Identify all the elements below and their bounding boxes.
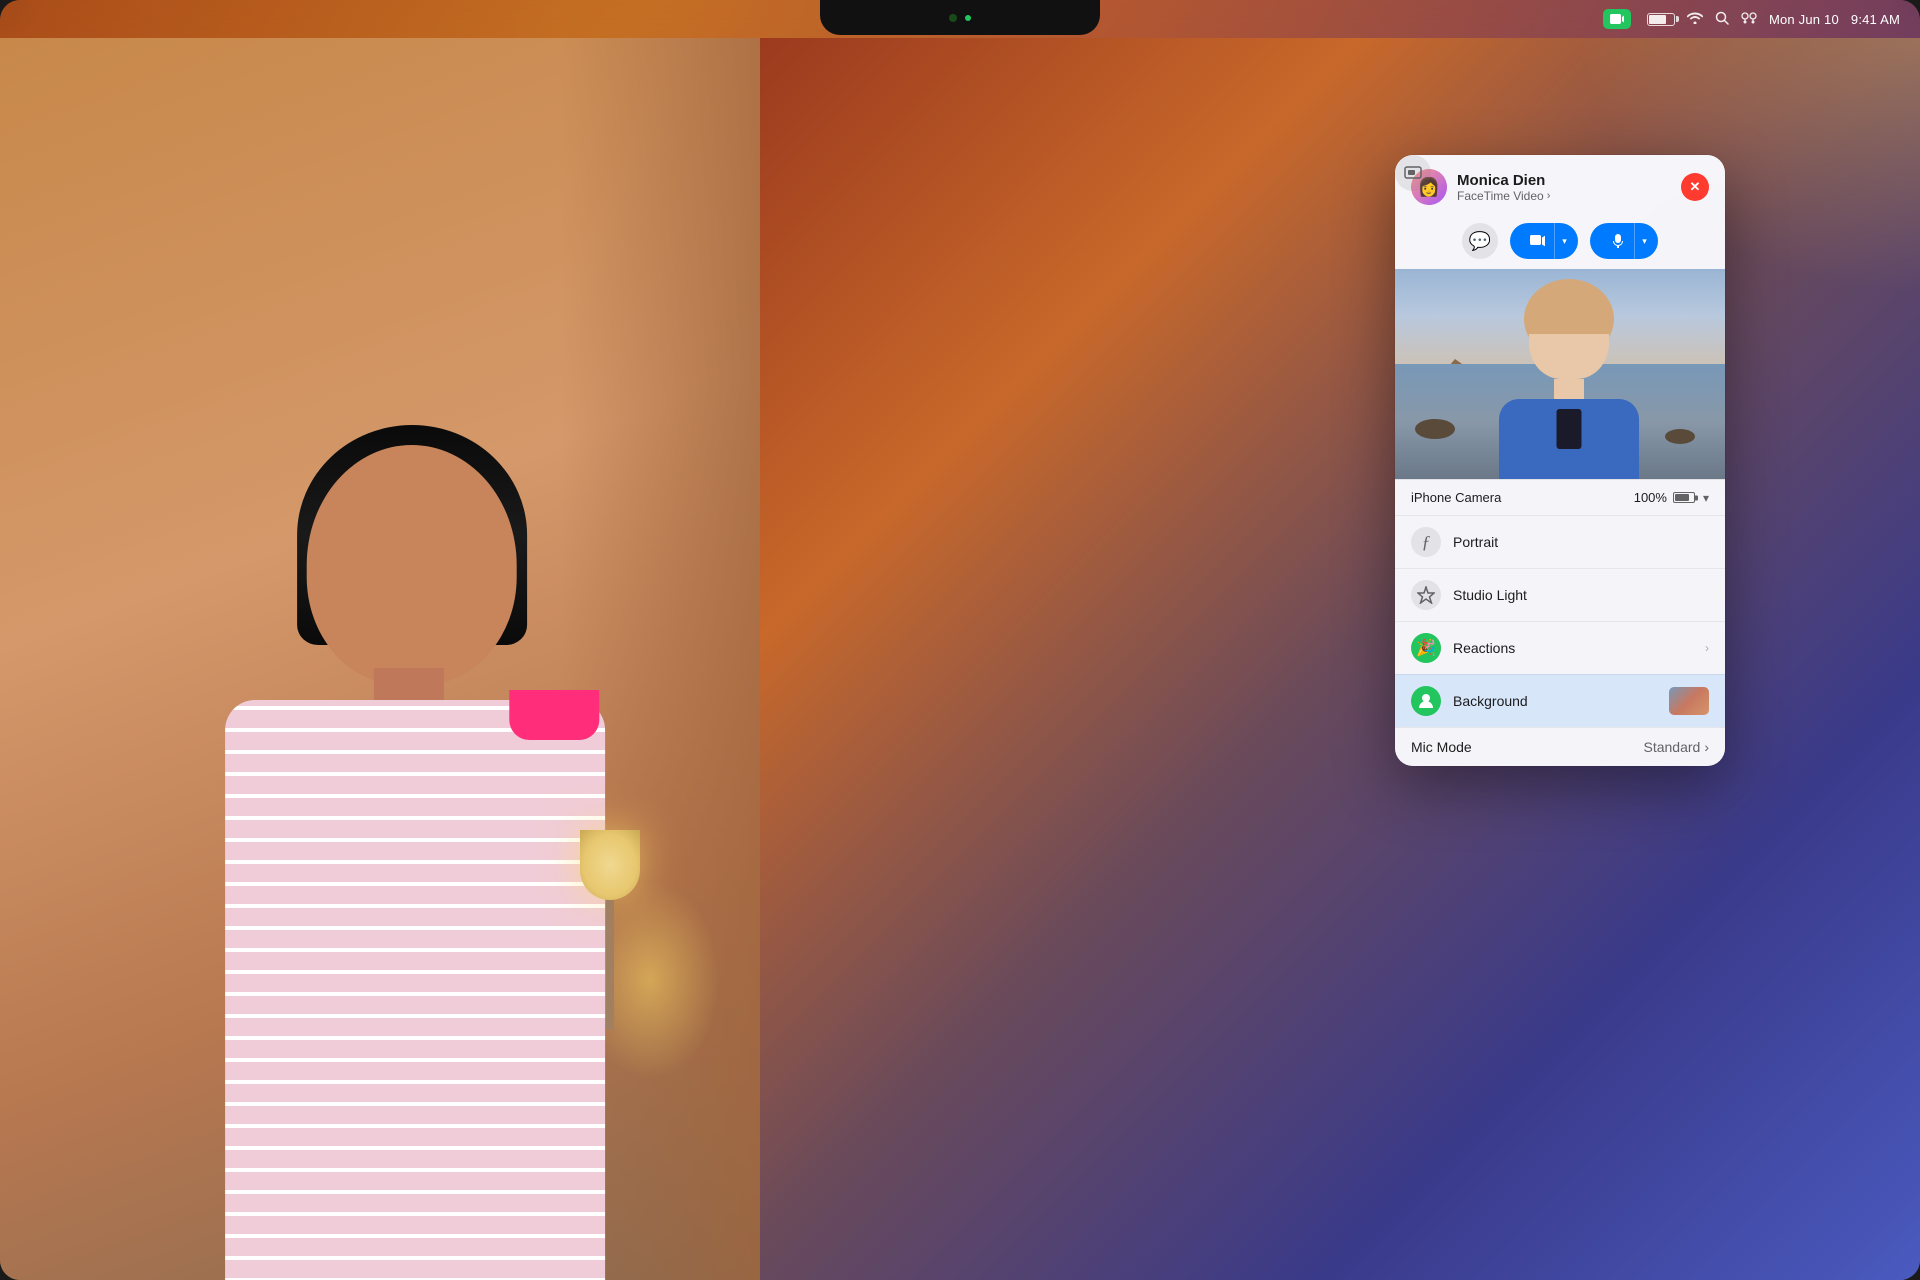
reactions-chevron-icon: › — [1705, 641, 1709, 655]
lamp-base — [606, 900, 614, 1030]
mic-mode-chevron-icon: › — [1704, 739, 1709, 755]
preview-body — [1499, 399, 1639, 479]
mic-mode-bar[interactable]: Mic Mode Standard › — [1395, 727, 1725, 766]
battery-fill — [1649, 15, 1666, 24]
studio-light-icon — [1411, 580, 1441, 610]
contact-info: Monica Dien FaceTime Video › — [1457, 172, 1671, 203]
reactions-icon: 🎉 — [1411, 633, 1441, 663]
camera-bar[interactable]: iPhone Camera 100% ▾ — [1395, 479, 1725, 515]
mic-chevron-button[interactable]: ▾ — [1634, 223, 1658, 259]
mic-button[interactable] — [1590, 223, 1634, 259]
screen-share-icon — [1404, 166, 1422, 180]
studio-light-menu-item[interactable]: Studio Light — [1395, 568, 1725, 621]
lamp-shade — [580, 830, 640, 900]
emoji-icon: 💬 — [1469, 231, 1491, 252]
preview-hair — [1529, 284, 1609, 334]
facetime-menubar-icon[interactable] — [1603, 9, 1631, 29]
subtitle-chevron: › — [1547, 190, 1551, 202]
camera-battery: 100% ▾ — [1634, 490, 1709, 505]
contact-service: FaceTime Video — [1457, 189, 1544, 203]
video-camera-icon — [1610, 14, 1624, 24]
battery-icon — [1647, 13, 1675, 26]
menubar-time: 9:41 AM — [1851, 12, 1900, 27]
notch — [820, 0, 1100, 35]
menubar-battery — [1647, 13, 1675, 26]
contact-name: Monica Dien — [1457, 172, 1671, 189]
menubar-datetime: Mon Jun 10 — [1769, 12, 1839, 27]
person-body — [225, 700, 605, 1280]
screen-share-button[interactable] — [1395, 155, 1431, 191]
close-button[interactable]: ✕ — [1681, 173, 1709, 201]
portrait-menu-item[interactable]: ƒ Portrait — [1395, 515, 1725, 568]
portrait-icon-glyph: ƒ — [1422, 532, 1431, 553]
emoji-button[interactable]: 💬 — [1462, 223, 1498, 259]
thumbnail-image — [1669, 687, 1709, 715]
video-camera-icon-btn — [1530, 235, 1546, 247]
wifi-icon[interactable] — [1687, 11, 1703, 27]
microphone-icon — [1613, 234, 1623, 248]
battery-small-icon — [1673, 492, 1695, 503]
battery-small-fill — [1675, 494, 1689, 501]
rocks2 — [1665, 429, 1695, 444]
video-chevron-button[interactable]: ▾ — [1554, 223, 1578, 259]
preview-person — [1479, 289, 1659, 479]
studio-light-label: Studio Light — [1453, 587, 1709, 603]
background-icon — [1411, 686, 1441, 716]
person-head — [307, 445, 517, 685]
rocks — [1415, 419, 1455, 439]
screen: Mon Jun 10 9:41 AM — [0, 0, 1920, 1280]
preview-scarf — [1557, 409, 1582, 449]
video-preview — [1395, 269, 1725, 479]
control-center-icon[interactable] — [1741, 11, 1757, 27]
camera-chevron-icon: ▾ — [1703, 491, 1709, 505]
person-collar — [509, 690, 599, 740]
spotlight-search-icon[interactable] — [1715, 11, 1729, 28]
contact-subtitle: FaceTime Video › — [1457, 189, 1671, 203]
video-button[interactable] — [1510, 223, 1554, 259]
battery-percentage: 100% — [1634, 490, 1667, 505]
studio-light-svg — [1417, 586, 1435, 604]
close-icon: ✕ — [1690, 179, 1701, 195]
preview-neck — [1554, 379, 1584, 399]
background-thumbnail — [1669, 687, 1709, 715]
menubar-right: Mon Jun 10 9:41 AM — [1603, 9, 1900, 29]
mic-mode-label: Mic Mode — [1411, 739, 1472, 755]
preview-head — [1529, 289, 1609, 379]
portrait-label: Portrait — [1453, 534, 1709, 550]
camera-light — [965, 15, 971, 21]
camera-source-label: iPhone Camera — [1411, 490, 1501, 505]
mic-mode-current: Standard — [1644, 739, 1701, 755]
camera-dot — [949, 14, 957, 22]
chevron-down-icon: ▾ — [1562, 236, 1567, 247]
local-video — [0, 38, 760, 1280]
reactions-menu-item[interactable]: 🎉 Reactions › — [1395, 621, 1725, 674]
controls-row: 💬 ▾ — [1395, 215, 1725, 269]
portrait-icon: ƒ — [1411, 527, 1441, 557]
menu-items: ƒ Portrait Studio Light 🎉 — [1395, 515, 1725, 727]
background-menu-item[interactable]: Background — [1395, 674, 1725, 727]
background-icon-svg — [1417, 692, 1435, 710]
background-label: Background — [1453, 693, 1657, 709]
lamp — [580, 830, 640, 1030]
macbook-frame: Mon Jun 10 9:41 AM — [0, 0, 1920, 1280]
video-ctrl-group: ▾ — [1510, 223, 1578, 259]
reactions-icon-glyph: 🎉 — [1416, 638, 1436, 658]
chevron-down-icon-mic: ▾ — [1642, 236, 1647, 247]
panel-header: 👩 Monica Dien FaceTime Video › ✕ — [1395, 155, 1725, 215]
mic-mode-value: Standard › — [1644, 739, 1710, 755]
reactions-label: Reactions — [1453, 640, 1693, 656]
mic-ctrl-group: ▾ — [1590, 223, 1658, 259]
facetime-panel: 👩 Monica Dien FaceTime Video › ✕ 💬 — [1395, 155, 1725, 766]
